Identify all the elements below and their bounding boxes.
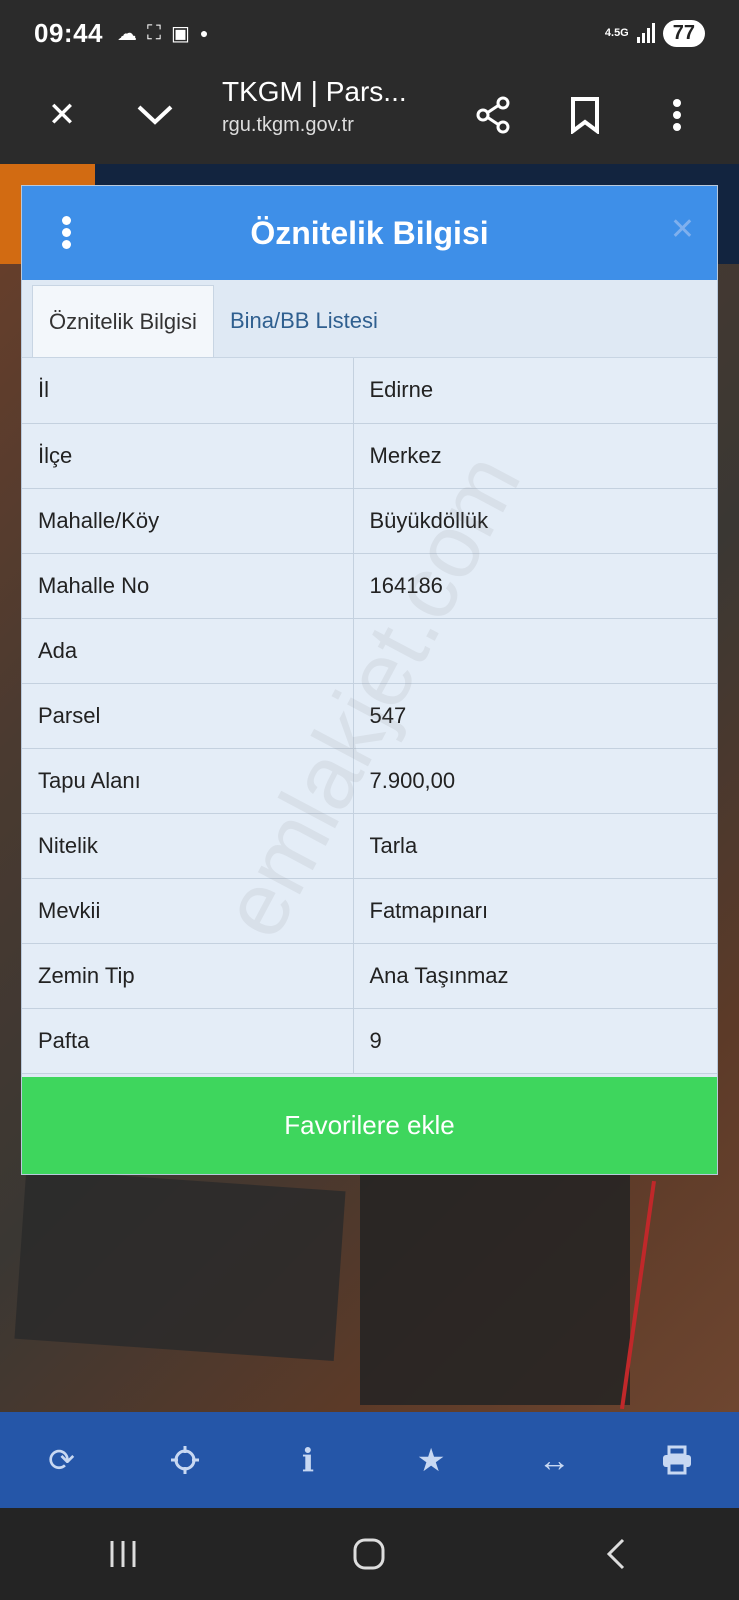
attribute-value: Fatmapınarı — [353, 878, 717, 944]
attribute-key: Zemin Tip — [22, 943, 354, 1009]
close-icon[interactable]: ✕ — [670, 212, 695, 247]
refresh-icon[interactable]: ⟳ — [32, 1430, 92, 1490]
menu-icon[interactable] — [56, 214, 76, 254]
attribute-value: 7.900,00 — [353, 748, 717, 814]
attribute-value: 9 — [353, 1008, 717, 1074]
map-tile — [14, 1169, 346, 1361]
url-block[interactable]: TKGM | Pars... rgu.tkgm.gov.tr — [222, 76, 442, 137]
more-vert-icon[interactable] — [652, 90, 702, 140]
signal-icon — [636, 23, 655, 43]
attribute-value: Tarla — [353, 813, 717, 879]
table-row: Zemin Tip Ana Taşınmaz — [22, 943, 717, 1009]
status-right: 4.5G 77 — [604, 19, 705, 47]
table-row: Mahalle/Köy Büyükdöllük — [22, 488, 717, 554]
table-row: Nitelik Tarla — [22, 813, 717, 879]
recent-apps-icon[interactable] — [83, 1524, 163, 1584]
network-type: 4.5G — [604, 27, 629, 39]
add-favorite-button[interactable]: Favorilere ekle — [22, 1077, 717, 1174]
back-icon[interactable] — [576, 1524, 656, 1584]
tab-bar: Öznitelik Bilgisi Bina/BB Listesi — [22, 280, 717, 358]
measure-icon[interactable]: ↔ — [524, 1430, 584, 1490]
locate-icon[interactable] — [155, 1430, 215, 1490]
system-nav-bar — [0, 1508, 739, 1600]
attribute-value: Edirne — [353, 358, 717, 424]
attribute-value: Ana Taşınmaz — [353, 943, 717, 1009]
attribute-value: Merkez — [353, 423, 717, 489]
status-time: 09:44 — [34, 17, 103, 48]
attribute-key: Ada — [22, 618, 354, 684]
status-notification-icons: ☁ ⛶ ▣ ● — [117, 21, 208, 46]
screenshot-icon: ⛶ — [147, 21, 161, 44]
share-icon[interactable] — [468, 90, 518, 140]
browser-toolbar: ✕ TKGM | Pars... rgu.tkgm.gov.tr — [0, 66, 739, 164]
close-icon[interactable]: ✕ — [37, 90, 87, 140]
table-row: Mevkii Fatmapınarı — [22, 878, 717, 944]
battery-level: 77 — [662, 19, 705, 47]
tab-attribute-info[interactable]: Öznitelik Bilgisi — [32, 285, 214, 357]
attribute-key: Mahalle/Köy — [22, 488, 354, 554]
tab-building-list[interactable]: Bina/BB Listesi — [214, 285, 394, 357]
dialog-title: Öznitelik Bilgisi — [250, 214, 489, 251]
attribute-key: Mahalle No — [22, 553, 354, 619]
attribute-key: İlçe — [22, 423, 354, 489]
dialog-header: Öznitelik Bilgisi ✕ — [22, 186, 717, 280]
print-icon[interactable] — [647, 1430, 707, 1490]
page-url: rgu.tkgm.gov.tr — [222, 114, 354, 136]
star-icon[interactable]: ★ — [401, 1430, 461, 1490]
table-row: İlçe Merkez — [22, 423, 717, 489]
info-icon[interactable]: i — [278, 1430, 338, 1490]
map-tile — [360, 1175, 630, 1405]
dot-icon: ● — [199, 25, 209, 41]
page-title: TKGM | Pars... — [222, 76, 407, 107]
cloud-icon: ☁ — [117, 22, 137, 45]
attribute-key: İl — [22, 358, 354, 424]
map-toolbar: ⟳ i ★ ↔ — [0, 1412, 739, 1508]
home-icon[interactable] — [329, 1524, 409, 1584]
bookmark-icon[interactable] — [560, 90, 610, 140]
package-icon: ▣ — [171, 22, 190, 45]
attribute-key: Pafta — [22, 1008, 354, 1074]
status-bar: 09:44 ☁ ⛶ ▣ ● 4.5G 77 — [0, 0, 739, 66]
chevron-down-icon[interactable] — [130, 90, 180, 140]
table-row: İl Edirne — [22, 358, 717, 424]
table-row: Pafta 9 — [22, 1008, 717, 1074]
attribute-dialog: Öznitelik Bilgisi ✕ Öznitelik Bilgisi Bi… — [21, 185, 718, 1175]
